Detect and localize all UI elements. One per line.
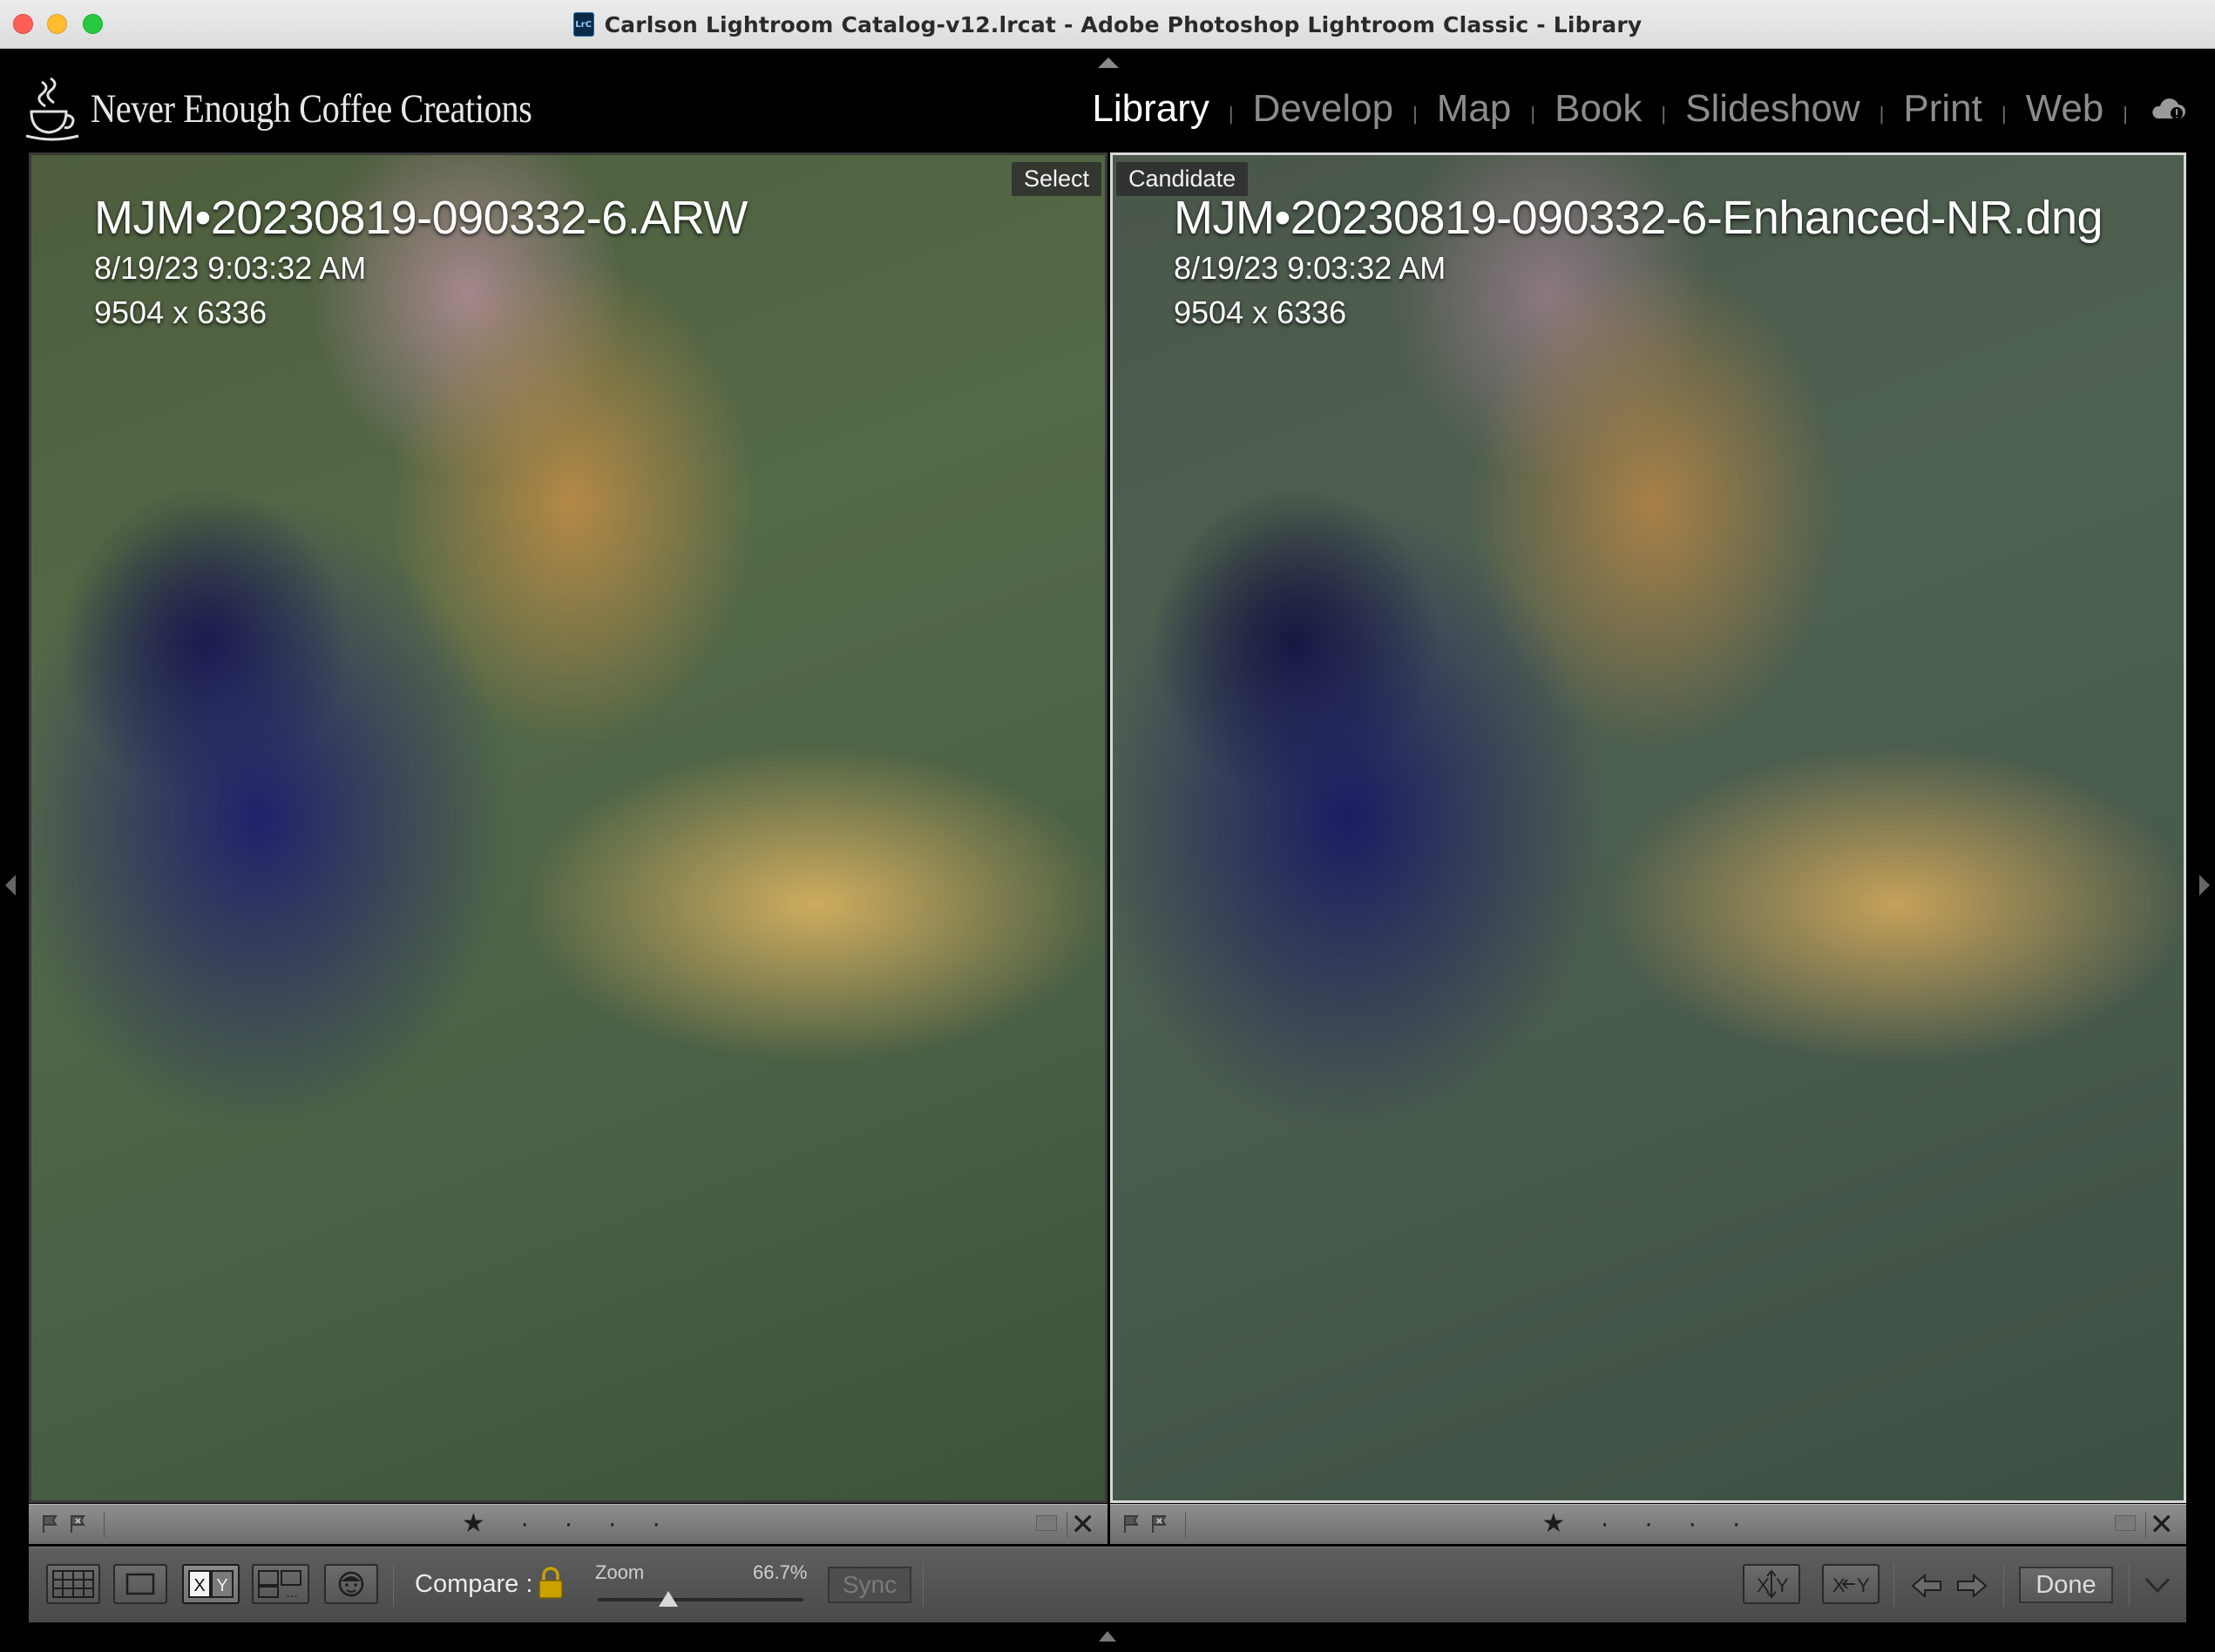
- module-book[interactable]: Book: [1551, 87, 1645, 131]
- module-separator: |: [1661, 103, 1667, 125]
- module-develop[interactable]: Develop: [1250, 87, 1397, 131]
- module-separator: |: [2001, 103, 2007, 125]
- select-rating-stars[interactable]: ★ · · · ·: [29, 1508, 1108, 1539]
- filmstrip-toggle-icon[interactable]: [1096, 1629, 1119, 1647]
- next-photo-arrow-icon[interactable]: [1954, 1568, 1989, 1603]
- cloud-sync-icon[interactable]: [2149, 96, 2187, 122]
- compare-label: Compare :: [415, 1570, 533, 1598]
- select-tag: Select: [1011, 162, 1101, 196]
- select-info-overlay: MJM•20230819-090332-6.ARW 8/19/23 9:03:3…: [94, 190, 748, 335]
- survey-view-button[interactable]: ...: [252, 1564, 309, 1604]
- module-separator: |: [1879, 103, 1885, 125]
- module-picker: Library | Develop | Map | Book | Slidesh…: [1088, 87, 2187, 131]
- module-separator: |: [1228, 103, 1234, 125]
- toolbar-divider: [923, 1563, 924, 1607]
- people-view-button[interactable]: [324, 1564, 378, 1604]
- toolbar-divider: [2129, 1563, 2130, 1607]
- candidate-color-label[interactable]: [2115, 1515, 2136, 1531]
- compare-view-icon: X Y: [188, 1570, 234, 1598]
- svg-text:...: ...: [286, 1586, 297, 1601]
- candidate-dimensions: 9504 x 6336: [1174, 295, 1347, 330]
- zoom-slider-track[interactable]: [598, 1598, 803, 1601]
- svg-text:Y: Y: [1857, 1574, 1870, 1596]
- module-web[interactable]: Web: [2022, 87, 2108, 131]
- select-filename: MJM•20230819-090332-6.ARW: [94, 192, 748, 244]
- right-panel-toggle-icon[interactable]: [2199, 875, 2210, 896]
- svg-text:Y: Y: [1776, 1574, 1789, 1596]
- select-dimensions: 9504 x 6336: [94, 295, 268, 330]
- module-map[interactable]: Map: [1433, 87, 1515, 131]
- loupe-view-button[interactable]: [113, 1564, 167, 1604]
- select-close-icon[interactable]: ✕: [1071, 1507, 1096, 1542]
- done-button[interactable]: Done: [2019, 1567, 2113, 1603]
- candidate-info-overlay: MJM•20230819-090332-6-Enhanced-NR.dng 8/…: [1174, 190, 2103, 335]
- candidate-rating-stars[interactable]: ★ · · · ·: [1110, 1508, 2186, 1539]
- select-datetime: 8/19/23 9:03:32 AM: [94, 250, 367, 286]
- library-toolbar: X Y ... Compare : Zoom 66.7% Sync X Y X …: [29, 1547, 2186, 1622]
- make-select-button[interactable]: X Y: [1822, 1564, 1880, 1604]
- previous-photo-arrow-icon[interactable]: [1909, 1568, 1944, 1603]
- loupe-view-icon: [125, 1573, 155, 1595]
- select-photo-image: [31, 155, 1105, 1500]
- toolbar-divider: [2003, 1563, 2004, 1607]
- module-separator: |: [1412, 103, 1418, 125]
- identity-plate-text: Never Enough Coffee Creations: [91, 86, 532, 132]
- candidate-photo-panel[interactable]: Candidate MJM•20230819-090332-6-Enhanced…: [1110, 152, 2186, 1503]
- module-separator: |: [2123, 103, 2128, 125]
- window-title-group: LrC Carlson Lightroom Catalog-v12.lrcat …: [0, 0, 2215, 49]
- candidate-panel-footer: ★ · · · · ✕: [1110, 1504, 2186, 1544]
- module-slideshow[interactable]: Slideshow: [1682, 87, 1864, 131]
- zoom-value: 66.7%: [753, 1561, 808, 1583]
- window-title: Carlson Lightroom Catalog-v12.lrcat - Ad…: [604, 11, 1643, 37]
- zoom-label: Zoom: [595, 1561, 645, 1583]
- toolbar-divider: [393, 1563, 394, 1607]
- candidate-datetime: 8/19/23 9:03:32 AM: [1174, 250, 1446, 286]
- module-library[interactable]: Library: [1088, 87, 1213, 131]
- coffee-cup-logo-icon: [25, 77, 82, 141]
- candidate-close-icon[interactable]: ✕: [2150, 1507, 2175, 1542]
- swap-xy-icon: X Y: [1757, 1569, 1789, 1599]
- svg-text:Y: Y: [216, 1576, 227, 1595]
- module-separator: |: [1530, 103, 1536, 125]
- grid-view-button[interactable]: [46, 1564, 100, 1604]
- identity-plate: Never Enough Coffee Creations: [25, 77, 604, 141]
- make-select-icon: X Y: [1832, 1574, 1870, 1596]
- lightroom-app-icon: LrC: [572, 12, 594, 37]
- swap-select-candidate-button[interactable]: X Y: [1743, 1564, 1800, 1604]
- top-panel-toggle-icon[interactable]: [1098, 58, 1119, 68]
- select-color-label[interactable]: [1036, 1515, 1057, 1531]
- lock-icon[interactable]: [536, 1565, 566, 1603]
- title-bar: LrC Carlson Lightroom Catalog-v12.lrcat …: [0, 0, 2215, 49]
- footer-divider: [2145, 1512, 2146, 1538]
- toolbar-divider: [1893, 1563, 1894, 1607]
- zoom-slider-thumb[interactable]: [659, 1591, 678, 1607]
- left-panel-toggle-icon[interactable]: [5, 875, 16, 896]
- candidate-photo-image: [1113, 155, 2184, 1500]
- people-face-icon: [338, 1571, 364, 1597]
- candidate-filename: MJM•20230819-090332-6-Enhanced-NR.dng: [1174, 192, 2103, 244]
- svg-text:X: X: [193, 1576, 205, 1595]
- select-panel-footer: ★ · · · · ✕: [29, 1504, 1108, 1544]
- select-photo-panel[interactable]: Select MJM•20230819-090332-6.ARW 8/19/23…: [29, 152, 1108, 1503]
- compare-view-button[interactable]: X Y: [182, 1564, 240, 1604]
- sync-button[interactable]: Sync: [828, 1567, 911, 1603]
- survey-view-icon: ...: [258, 1570, 301, 1601]
- grid-view-icon: [52, 1570, 94, 1598]
- toolbar-menu-chevron-icon[interactable]: [2143, 1574, 2172, 1596]
- module-print[interactable]: Print: [1900, 87, 1985, 131]
